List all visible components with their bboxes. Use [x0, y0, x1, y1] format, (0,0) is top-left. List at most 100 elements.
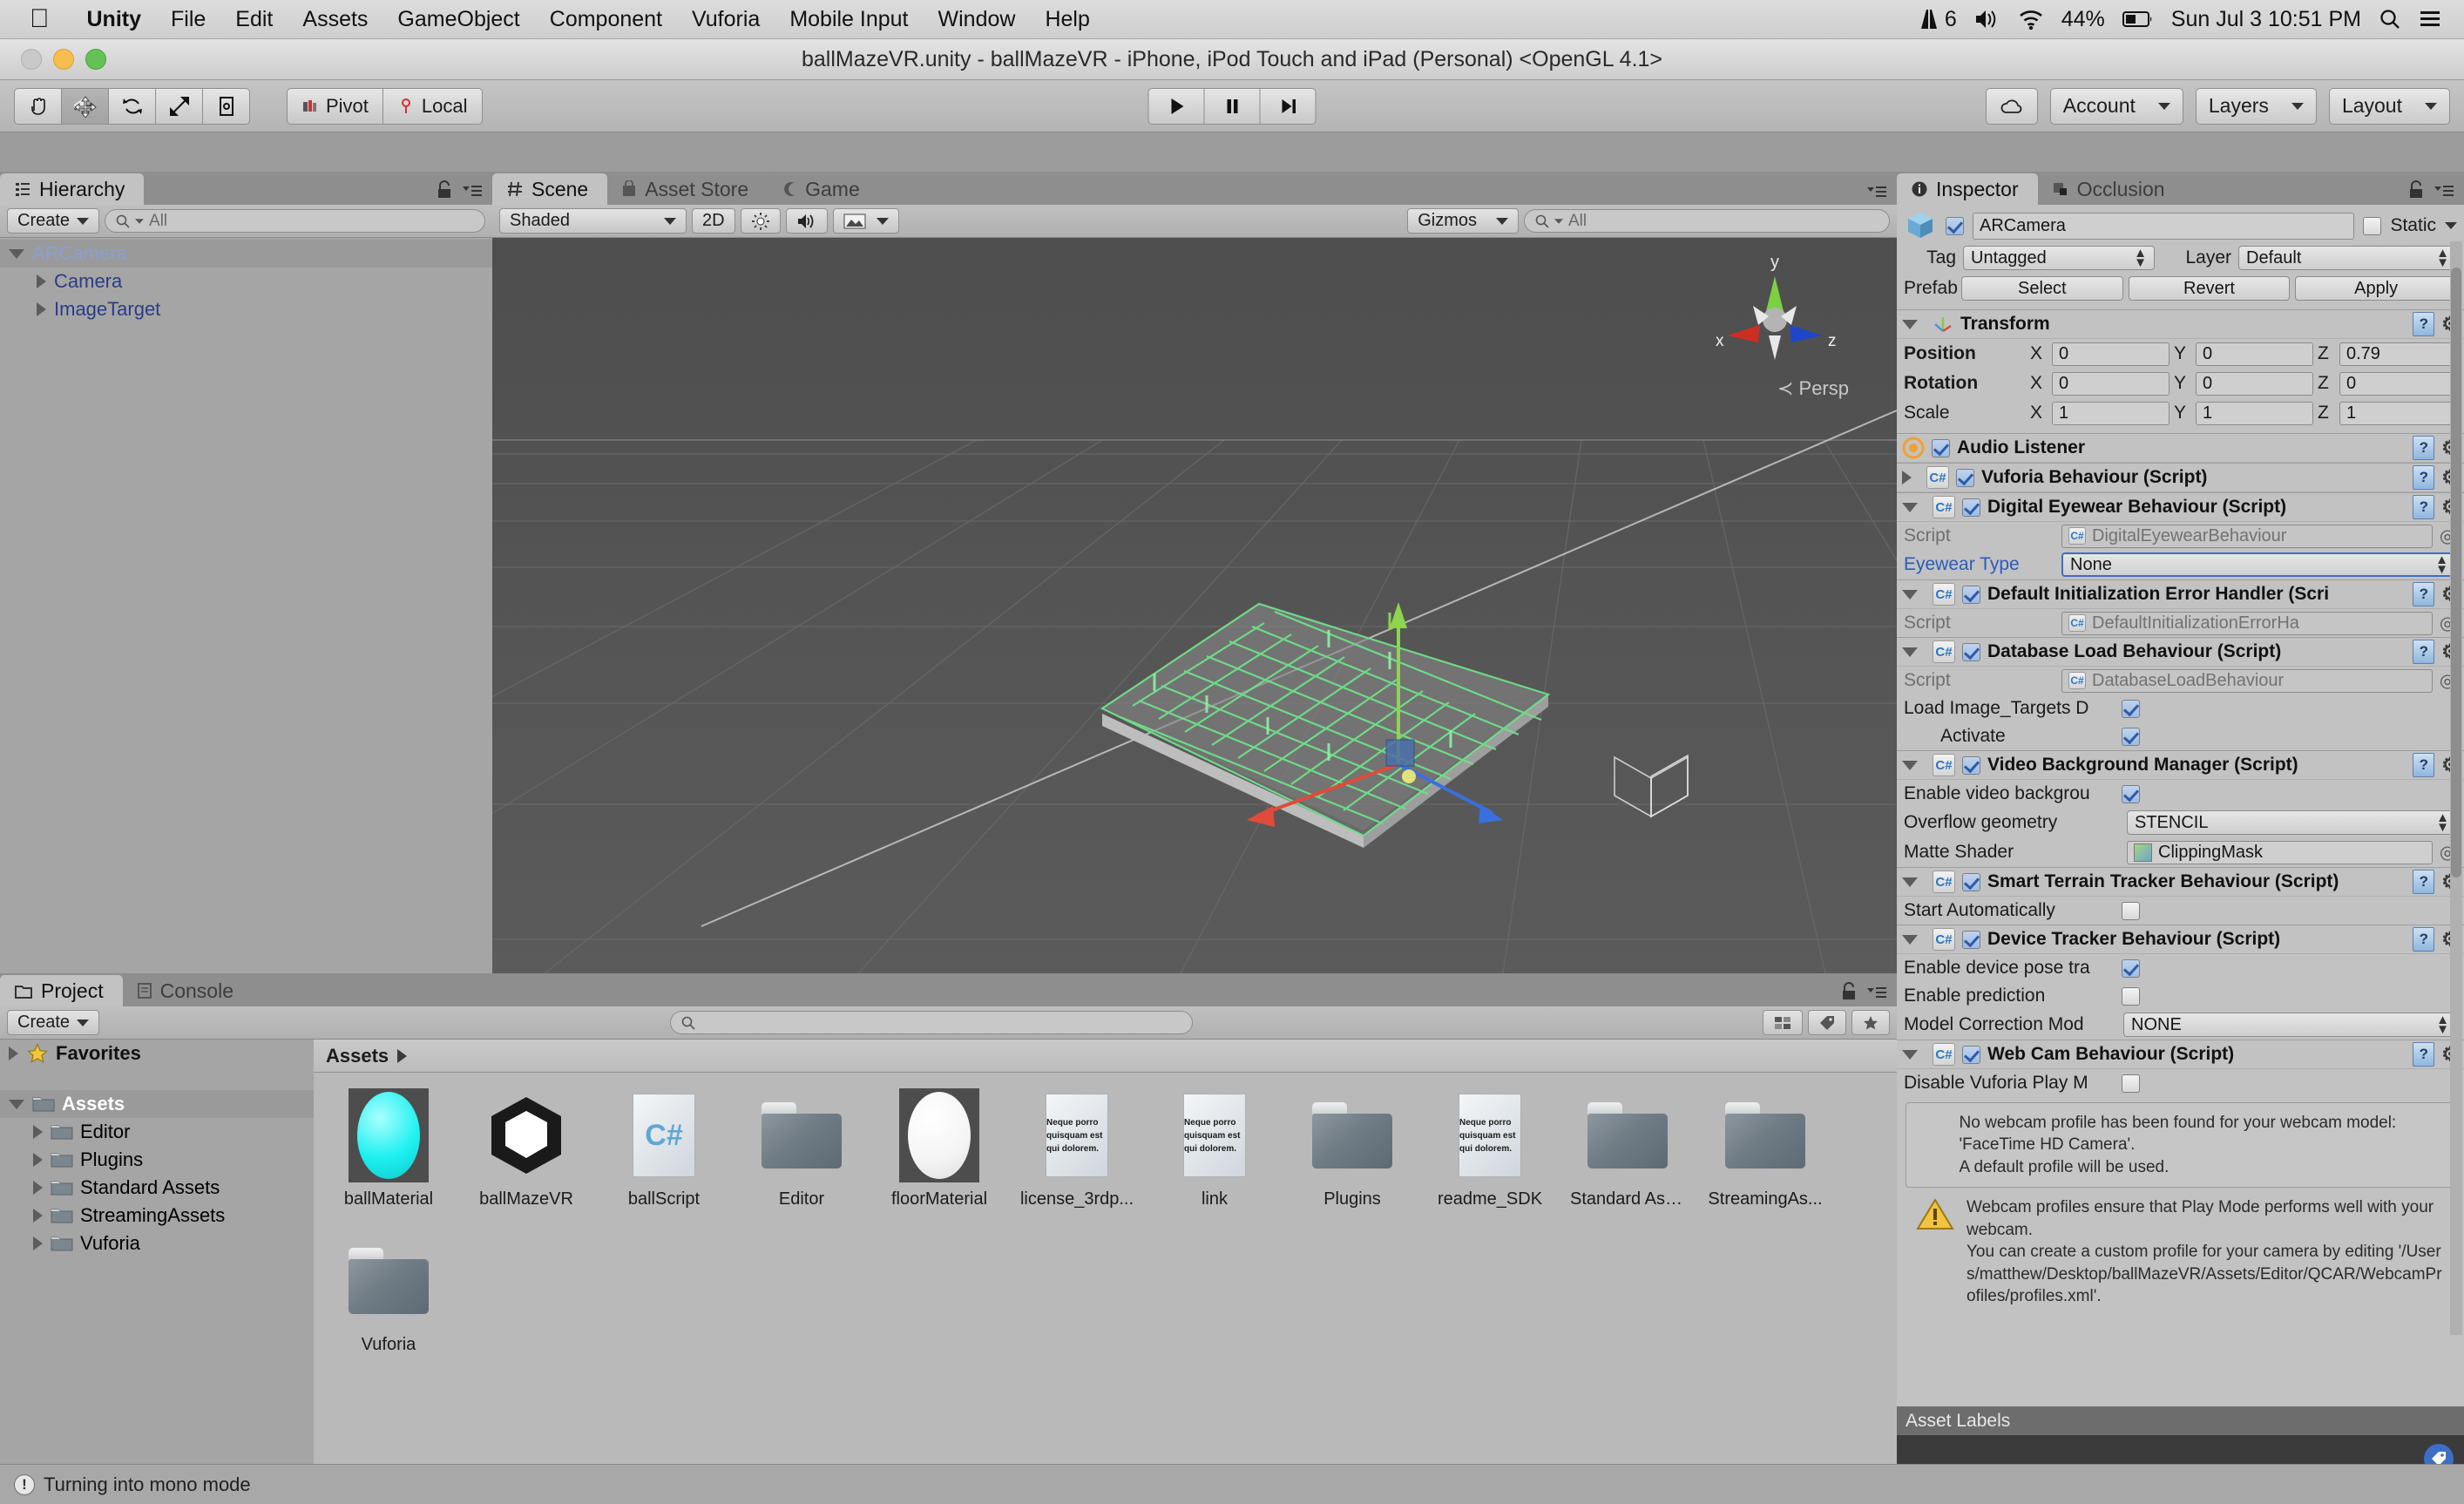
- panel-menu-icon[interactable]: [1865, 182, 1888, 200]
- menu-item-edit[interactable]: Edit: [220, 7, 288, 32]
- app-badge[interactable]: 6: [1919, 7, 1957, 32]
- tab-console[interactable]: Console: [122, 975, 253, 1006]
- asset-item-link[interactable]: Neque porro quisquam est qui dolorem. li…: [1159, 1088, 1270, 1209]
- help-icon[interactable]: ?: [2413, 753, 2435, 777]
- chevron-right-icon[interactable]: [33, 1125, 43, 1139]
- project-tree-item-favorites[interactable]: Favorites: [0, 1040, 314, 1067]
- favorites-filter-button[interactable]: [1851, 1010, 1890, 1035]
- project-tree-item-standard-assets[interactable]: Standard Assets: [0, 1174, 314, 1202]
- enable-video-background-checkbox[interactable]: [2122, 784, 2140, 803]
- hierarchy-create-button[interactable]: Create: [7, 208, 100, 234]
- scale-z-input[interactable]: 1: [2339, 401, 2457, 425]
- chevron-down-icon[interactable]: [1902, 589, 1918, 600]
- script-object-field[interactable]: C# DatabaseLoadBehaviour: [2061, 668, 2433, 693]
- asset-item-standard-assets[interactable]: Standard Ass...: [1570, 1088, 1685, 1209]
- help-icon[interactable]: ?: [2413, 312, 2435, 336]
- tag-dropdown[interactable]: Untagged ▲ ▼: [1963, 246, 2155, 270]
- tab-occlusion[interactable]: Occlusion: [2037, 173, 2184, 205]
- project-tree-item-vuforia[interactable]: Vuforia: [0, 1230, 314, 1257]
- component-enabled-checkbox[interactable]: [1962, 755, 1980, 775]
- tab-scene[interactable]: Scene: [492, 173, 608, 205]
- lock-icon[interactable]: [1841, 982, 1857, 1001]
- component-header-default-init-error-handler[interactable]: C# Default Initialization Error Handler …: [1897, 579, 2464, 609]
- menu-item-gameobject[interactable]: GameObject: [382, 7, 534, 32]
- menu-item-vuforia[interactable]: Vuforia: [677, 7, 775, 32]
- perspective-label[interactable]: ≺ Persp: [1777, 377, 1849, 400]
- position-z-input[interactable]: 0.79: [2339, 342, 2457, 366]
- breadcrumb-label[interactable]: Assets: [326, 1045, 389, 1067]
- rotation-y-input[interactable]: 0: [2196, 371, 2313, 396]
- component-enabled-checkbox[interactable]: [1962, 1045, 1980, 1064]
- object-name-input[interactable]: ARCamera: [1973, 212, 2355, 240]
- move-tool-button[interactable]: [61, 87, 109, 125]
- component-header-vuforia-behaviour[interactable]: C# Vuforia Behaviour (Script) ?⚙: [1897, 463, 2464, 492]
- help-icon[interactable]: ?: [2413, 640, 2435, 664]
- project-tree-item-plugins[interactable]: Plugins: [0, 1146, 314, 1174]
- asset-item-plugins[interactable]: Plugins: [1296, 1088, 1408, 1209]
- project-tree-item-editor[interactable]: Editor: [0, 1118, 314, 1146]
- scene-viewport[interactable]: y x z ≺ Persp: [492, 238, 1897, 973]
- tab-hierarchy[interactable]: Hierarchy: [0, 173, 145, 205]
- wifi-icon[interactable]: [2018, 8, 2044, 30]
- gizmos-dropdown[interactable]: Gizmos: [1407, 208, 1519, 234]
- chevron-down-icon[interactable]: [1902, 647, 1918, 657]
- tab-game[interactable]: Game: [768, 173, 879, 205]
- chevron-right-icon[interactable]: [1902, 471, 1912, 484]
- shading-mode-dropdown[interactable]: Shaded: [499, 208, 687, 234]
- layer-dropdown[interactable]: Default ▲ ▼: [2238, 246, 2457, 270]
- load-image-targets-checkbox[interactable]: [2122, 699, 2140, 718]
- position-x-input[interactable]: 0: [2052, 342, 2170, 366]
- rotation-x-input[interactable]: 0: [2052, 371, 2170, 396]
- panel-menu-icon[interactable]: [2433, 181, 2455, 199]
- chevron-right-icon[interactable]: [37, 302, 46, 316]
- hierarchy-item-camera[interactable]: Camera: [0, 268, 492, 295]
- scene-lighting-button[interactable]: [740, 208, 781, 234]
- component-header-audio-listener[interactable]: Audio Listener ?⚙: [1897, 433, 2464, 463]
- 2d-toggle-button[interactable]: 2D: [692, 208, 735, 234]
- component-header-digital-eyewear[interactable]: C# Digital Eyewear Behaviour (Script) ?⚙: [1897, 492, 2464, 522]
- position-y-input[interactable]: 0: [2196, 342, 2313, 366]
- volume-icon[interactable]: [1974, 8, 2000, 30]
- tab-inspector[interactable]: Inspector: [1897, 173, 2038, 205]
- asset-item-vuforia[interactable]: Vuforia: [333, 1234, 444, 1355]
- asset-item-readme-sdk[interactable]: Neque porro quisquam est qui dolorem. re…: [1434, 1088, 1546, 1209]
- asset-item-ballmaterial[interactable]: ballMaterial: [333, 1088, 444, 1209]
- asset-item-editor[interactable]: Editor: [746, 1088, 857, 1209]
- chevron-down-icon[interactable]: [1902, 934, 1918, 945]
- component-enabled-checkbox[interactable]: [1962, 872, 1980, 891]
- scene-audio-button[interactable]: [785, 208, 828, 234]
- battery-icon[interactable]: [2122, 10, 2154, 29]
- status-bar[interactable]: ! Turning into mono mode: [0, 1464, 2464, 1504]
- layers-button[interactable]: Layers: [2195, 87, 2317, 125]
- menu-item-window[interactable]: Window: [924, 7, 1031, 32]
- enable-prediction-checkbox[interactable]: [2122, 986, 2140, 1006]
- component-header-smart-terrain-tracker[interactable]: C# Smart Terrain Tracker Behaviour (Scri…: [1897, 867, 2464, 897]
- rotation-z-input[interactable]: 0: [2339, 371, 2457, 396]
- chevron-down-icon[interactable]: [1902, 502, 1918, 512]
- hand-tool-button[interactable]: [14, 87, 62, 125]
- pause-button[interactable]: [1203, 87, 1261, 125]
- start-automatically-checkbox[interactable]: [2122, 901, 2140, 920]
- project-search-input[interactable]: [669, 1011, 1193, 1034]
- menu-item-unity[interactable]: Unity: [72, 7, 157, 32]
- component-enabled-checkbox[interactable]: [1962, 585, 1980, 604]
- account-button[interactable]: Account: [2049, 87, 2183, 125]
- chevron-down-icon[interactable]: [9, 248, 24, 259]
- panel-menu-icon[interactable]: [461, 181, 484, 199]
- control-center-icon[interactable]: [2419, 9, 2441, 30]
- help-icon[interactable]: ?: [2413, 870, 2435, 894]
- chevron-right-icon[interactable]: [33, 1209, 43, 1223]
- prefab-select-button[interactable]: Select: [1961, 276, 2123, 301]
- component-enabled-checkbox[interactable]: [1962, 930, 1980, 949]
- menu-item-mobile-input[interactable]: Mobile Input: [775, 7, 923, 32]
- chevron-right-icon[interactable]: [37, 274, 46, 288]
- component-header-video-background-manager[interactable]: C# Video Background Manager (Script) ?⚙: [1897, 750, 2464, 780]
- activate-checkbox[interactable]: [2122, 727, 2140, 746]
- play-button[interactable]: [1147, 87, 1205, 125]
- asset-item-ballmazevr[interactable]: ballMazeVR: [470, 1088, 582, 1209]
- component-enabled-checkbox[interactable]: [1962, 642, 1980, 661]
- enable-device-pose-checkbox[interactable]: [2122, 959, 2140, 978]
- hierarchy-item-imagetarget[interactable]: ImageTarget: [0, 295, 492, 323]
- scene-effects-button[interactable]: [832, 208, 899, 234]
- script-object-field[interactable]: C# DefaultInitializationErrorHa: [2061, 611, 2433, 635]
